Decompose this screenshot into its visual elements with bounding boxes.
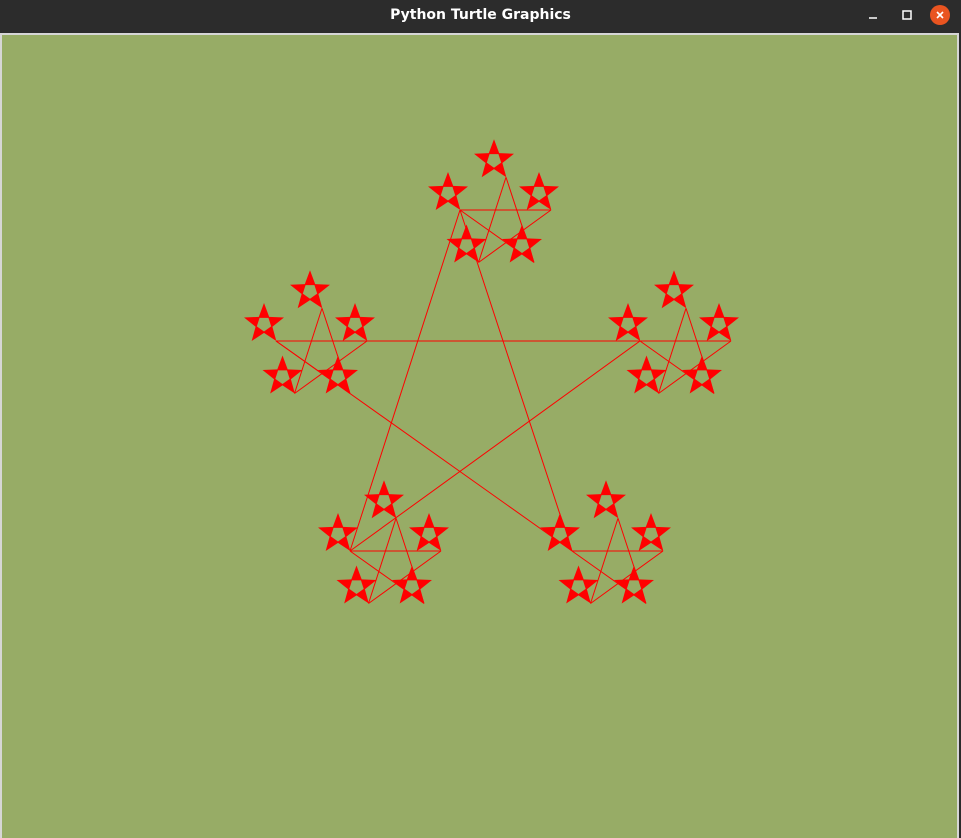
big-pentagram-line — [349, 209, 461, 552]
maximize-icon — [902, 10, 912, 20]
turtle-window: Python Turtle Graphics — [0, 0, 961, 838]
turtle-canvas[interactable] — [2, 35, 957, 838]
minimize-icon — [869, 17, 877, 19]
close-button[interactable] — [928, 4, 952, 26]
small-pentagram-line — [658, 308, 687, 394]
title-bar[interactable]: Python Turtle Graphics — [0, 0, 961, 32]
big-pentagram-line — [459, 209, 573, 552]
small-pentagram-line — [478, 177, 507, 263]
minimize-button[interactable] — [861, 4, 885, 26]
big-pentagram-line — [349, 340, 641, 552]
small-pentagram-line — [294, 308, 323, 394]
small-pentagram-line — [590, 518, 619, 604]
close-circle — [930, 5, 950, 25]
close-icon — [936, 11, 944, 19]
maximize-button[interactable] — [895, 4, 919, 26]
small-pentagram-line — [368, 518, 397, 604]
window-title: Python Turtle Graphics — [390, 7, 571, 23]
turtle-drawing — [244, 139, 739, 604]
